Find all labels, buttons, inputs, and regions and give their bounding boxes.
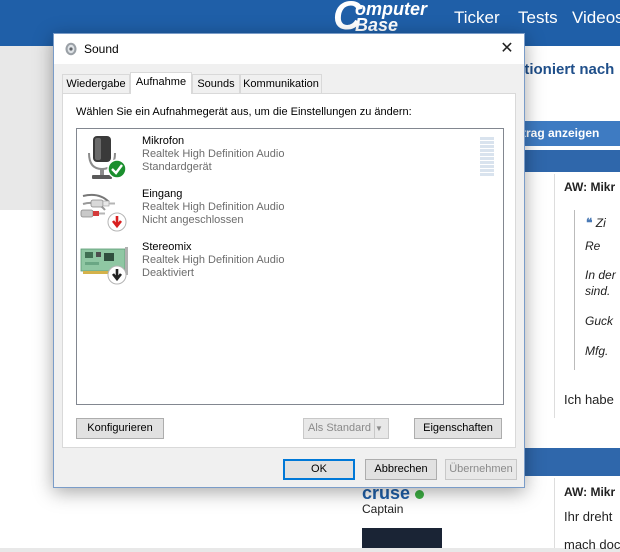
post-text: Ihr dreht (564, 509, 613, 524)
nav-videos[interactable]: Videos (572, 8, 620, 28)
nav-tests[interactable]: Tests (518, 8, 558, 28)
sound-card-icon (80, 247, 128, 285)
quote-line: ❝ Zi (586, 216, 606, 230)
avatar[interactable] (362, 528, 442, 548)
device-item-eingang[interactable]: Eingang Realtek High Definition Audio Ni… (79, 186, 499, 238)
sound-dialog: Sound ✕ Wiedergabe Aufnahme Sounds Kommu… (53, 33, 525, 488)
level-meter (480, 137, 494, 177)
quote-line: In der (585, 268, 616, 282)
quote-line: Guck (585, 314, 614, 328)
properties-button[interactable]: Eigenschaften (414, 418, 502, 439)
quote-icon: ❝ (586, 216, 596, 230)
quote-line: Mfg. (585, 344, 609, 358)
tab-sounds[interactable]: Sounds (192, 74, 240, 93)
close-button[interactable]: ✕ (490, 34, 524, 64)
computerbase-logo[interactable]: C omputer Base (333, 0, 433, 36)
tab-wiedergabe[interactable]: Wiedergabe (62, 74, 130, 93)
post-title: AW: Mikr (564, 180, 616, 194)
set-default-button[interactable]: Als Standard ▼ (303, 418, 389, 439)
ok-button[interactable]: OK (283, 459, 355, 480)
device-driver: Realtek High Definition Audio (142, 148, 285, 160)
device-status: Nicht angeschlossen (142, 214, 244, 226)
divider (554, 478, 555, 548)
quote-line: Re (585, 239, 601, 253)
tab-aufnahme[interactable]: Aufnahme (130, 72, 192, 94)
red-down-arrow-badge (107, 212, 127, 232)
post-header-bar (524, 150, 620, 172)
black-down-arrow-badge (107, 265, 127, 285)
device-driver: Realtek High Definition Audio (142, 201, 285, 213)
title-bar[interactable]: Sound ✕ (54, 34, 524, 64)
device-item-mikrofon[interactable]: Mikrofon Realtek High Definition Audio S… (79, 133, 499, 185)
cancel-button[interactable]: Abbrechen (365, 459, 437, 480)
user-rank: Captain (362, 502, 404, 516)
post-text: mach doc (564, 537, 620, 552)
tab-kommunikation[interactable]: Kommunikation (240, 74, 322, 93)
close-icon: ✕ (500, 40, 514, 57)
device-item-stereomix[interactable]: Stereomix Realtek High Definition Audio … (79, 239, 499, 291)
post-title: AW: Mikr (564, 485, 616, 499)
device-name: Stereomix (142, 241, 192, 253)
device-name: Eingang (142, 188, 183, 200)
device-status: Standardgerät (142, 161, 212, 173)
tab-panel: Wählen Sie ein Aufnahmegerät aus, um die… (62, 93, 516, 448)
instruction-text: Wählen Sie ein Aufnahmegerät aus, um die… (76, 106, 412, 118)
thread-title: ktioniert nach (516, 61, 615, 78)
speaker-icon (65, 42, 77, 56)
quote-line: sind. (585, 284, 611, 298)
device-name: Mikrofon (142, 135, 185, 147)
audio-cable-icon (80, 193, 127, 232)
post-text: Ich habe (564, 392, 614, 407)
dialog-title: Sound (84, 42, 119, 56)
online-status-icon (415, 490, 424, 499)
green-check-badge (107, 159, 127, 179)
configure-button[interactable]: Konfigurieren (76, 418, 164, 439)
microphone-icon (88, 136, 127, 179)
device-driver: Realtek High Definition Audio (142, 254, 285, 266)
apply-button[interactable]: Übernehmen (445, 459, 517, 480)
recording-device-list[interactable]: Mikrofon Realtek High Definition Audio S… (76, 128, 504, 405)
nav-ticker[interactable]: Ticker (454, 8, 500, 28)
chevron-down-icon[interactable]: ▼ (374, 419, 388, 438)
device-status: Deaktiviert (142, 267, 194, 279)
